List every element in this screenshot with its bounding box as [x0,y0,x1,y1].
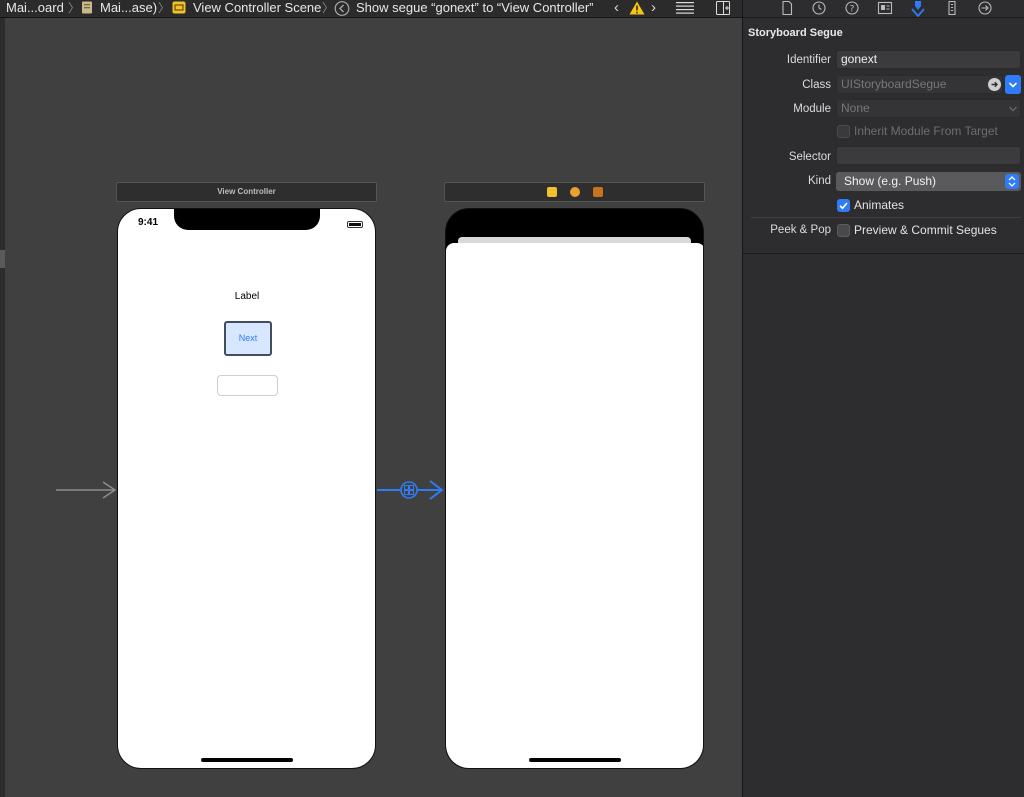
segue-icon [334,1,350,16]
class-dropdown-chevron-icon[interactable] [1005,75,1021,94]
attributes-icon[interactable] [910,1,926,18]
kind-value: Show (e.g. Push) [844,174,937,188]
inherit-module-label: Inherit Module From Target [854,124,998,138]
exit-icon[interactable] [593,187,603,197]
breadcrumb-separator: 〉 [158,1,171,15]
history-icon[interactable] [811,1,827,15]
class-field[interactable]: UIStoryboardSegue [836,75,1003,94]
home-indicator [529,758,621,762]
back-arrow-icon[interactable]: ‹ [614,0,619,16]
kind-stepper-icon [1005,174,1019,189]
first-responder-icon[interactable] [570,187,580,197]
kind-label: Kind [807,175,831,187]
peek-pop-option-label: Preview & Commit Segues [854,223,997,237]
lines-icon[interactable] [676,1,694,14]
breadcrumb-separator: 〉 [68,1,81,15]
help-icon[interactable]: ? [844,1,860,15]
peek-pop-checkbox[interactable] [837,224,850,237]
class-goto-arrow-icon[interactable] [988,78,1001,91]
svg-text:?: ? [850,5,855,15]
class-label: Class [802,79,831,91]
inspector-section-title: Storyboard Segue [748,27,843,39]
breadcrumb-storyboard-base[interactable]: Mai...ase) [100,0,157,16]
inherit-module-checkbox[interactable] [837,125,850,138]
selector-label: Selector [788,151,831,163]
scene-icon [172,1,186,14]
identity-icon[interactable] [877,1,893,15]
inspector-bottom-divider [743,253,1024,254]
identifier-label: Identifier [786,54,831,66]
storyboard-canvas[interactable]: View Controller 9:41 Label Next [0,18,742,797]
segue-badge-icon[interactable] [400,481,418,499]
modal-sheet [446,243,703,768]
add-editor-icon[interactable] [716,1,730,15]
breadcrumb-separator: 〉 [322,1,335,15]
scene-dock-bar[interactable] [444,182,705,202]
section-divider [751,217,1021,218]
breadcrumb-segue[interactable]: Show segue “gonext” to “View Controller” [356,0,594,16]
size-icon[interactable] [944,0,960,16]
selector-field[interactable] [836,146,1021,165]
module-label: Module [793,103,831,115]
peek-pop-label: Peek & Pop [770,224,831,236]
animates-checkbox[interactable] [837,199,850,212]
entry-point-arrow[interactable] [56,481,117,499]
breadcrumb-scene[interactable]: View Controller Scene [193,0,321,16]
kind-popup-button[interactable]: Show (e.g. Push) [836,172,1021,191]
destination-phone[interactable] [445,208,704,769]
breadcrumb-storyboard[interactable]: Mai...oard [6,0,64,16]
module-field[interactable]: None [836,99,1021,118]
attributes-inspector: ? Storyboard Segue Identifier gonext Cla… [742,0,1024,797]
warning-icon[interactable] [629,1,645,15]
module-dropdown-chevron-icon [1005,99,1021,118]
animates-label: Animates [854,198,905,212]
inspector-tab-bar: ? [743,0,1024,18]
identifier-field[interactable]: gonext [836,50,1021,69]
file-inspector-icon[interactable] [779,0,795,16]
forward-arrow-icon[interactable]: › [651,0,656,16]
connections-icon[interactable] [977,1,993,15]
view-controller-icon[interactable] [547,187,557,197]
storyboard-file-icon [81,1,93,14]
jump-bar: Mai...oard 〉 Mai...ase) 〉 View Controlle… [0,0,742,18]
